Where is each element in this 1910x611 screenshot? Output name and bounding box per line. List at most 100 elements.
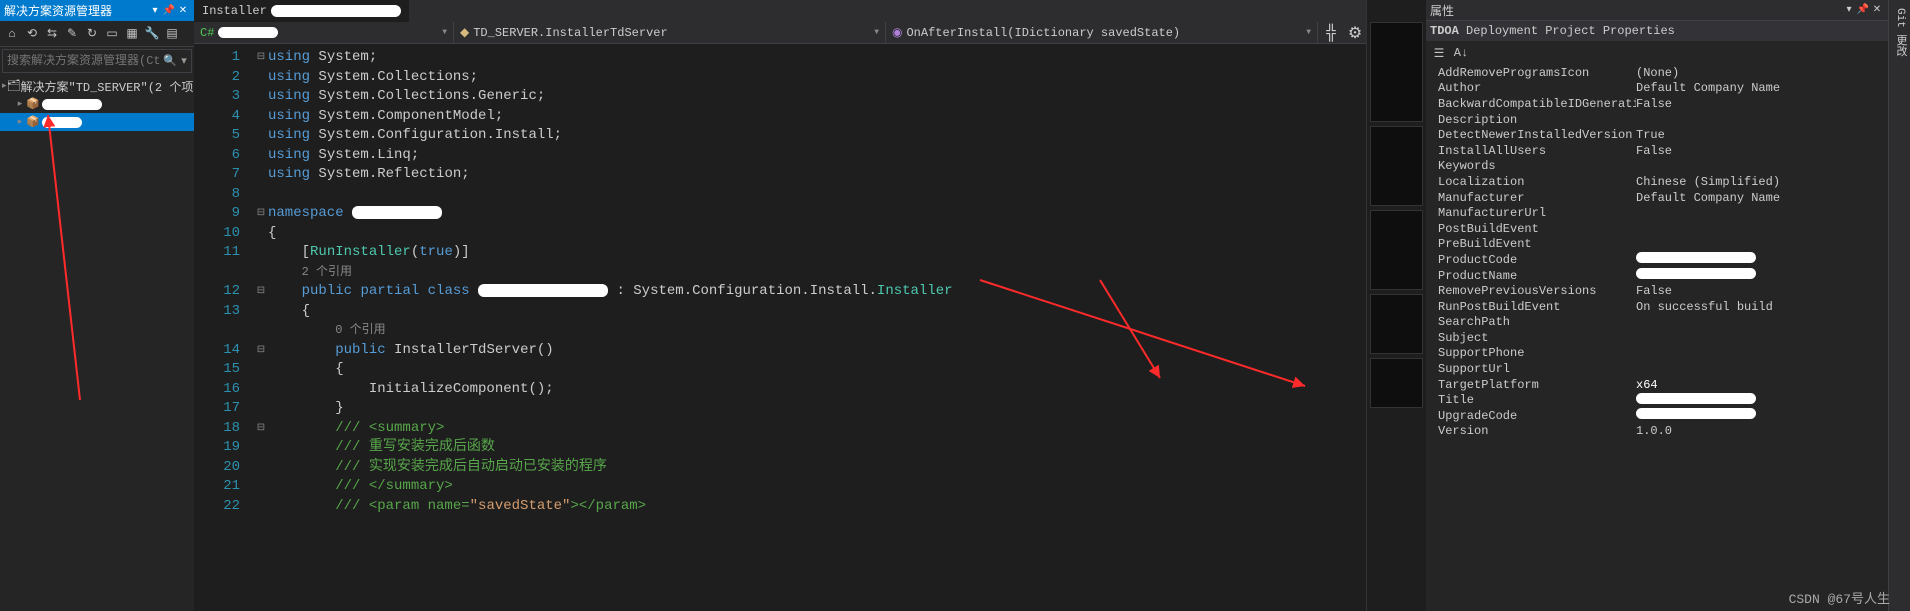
property-row[interactable]: InstallAllUsersFalse [1426, 143, 1888, 159]
project-node-1[interactable]: ▸ 📦 [0, 95, 194, 113]
property-name: Title [1426, 393, 1636, 407]
property-row[interactable]: UpgradeCode [1426, 408, 1888, 424]
minimap-thumb[interactable] [1370, 294, 1423, 354]
expand-icon[interactable]: ▸ [14, 99, 26, 109]
property-value[interactable] [1636, 408, 1888, 423]
properties-panel: 属性 ▾ 📌 ✕ TDOA Deployment Project Propert… [1426, 0, 1888, 611]
redacted-label [42, 117, 82, 128]
code-area[interactable]: using System;using System.Collections;us… [268, 44, 1366, 611]
sync-icon[interactable]: ⇆ [42, 24, 62, 44]
project-node-2[interactable]: ▸ 📦 [0, 113, 194, 131]
property-row[interactable]: Keywords [1426, 159, 1888, 175]
editor-navbar: C# ▼ ◆ TD_SERVER.InstallerTdServer ▼ ◉ O… [194, 22, 1366, 44]
solution-explorer-searchbox[interactable]: 🔍 ▾ [2, 49, 192, 73]
property-value[interactable] [1636, 268, 1888, 283]
property-value[interactable]: False [1636, 144, 1888, 158]
property-row[interactable]: DetectNewerInstalledVersionTrue [1426, 127, 1888, 143]
pin-icon[interactable]: 📌 [1856, 4, 1870, 16]
minimap-column[interactable] [1366, 0, 1426, 611]
pin-icon[interactable]: 📌 [162, 5, 176, 17]
showall-icon[interactable]: ▦ [122, 24, 142, 44]
property-value[interactable]: False [1636, 284, 1888, 298]
property-row[interactable]: Version1.0.0 [1426, 424, 1888, 440]
property-row[interactable]: SearchPath [1426, 315, 1888, 331]
selected-object-type: Deployment Project Properties [1466, 24, 1675, 38]
property-value[interactable] [1636, 393, 1888, 408]
property-name: UpgradeCode [1426, 409, 1636, 423]
preview-icon[interactable]: ▤ [162, 24, 182, 44]
property-row[interactable]: BackwardCompatibleIDGenerationFalse [1426, 96, 1888, 112]
property-row[interactable]: AuthorDefault Company Name [1426, 81, 1888, 97]
refresh-icon[interactable]: ↻ [82, 24, 102, 44]
property-name: RemovePreviousVersions [1426, 284, 1636, 298]
property-row[interactable]: PostBuildEvent [1426, 221, 1888, 237]
property-row[interactable]: ManufacturerUrl [1426, 205, 1888, 221]
git-changes-tab[interactable]: Git 更改 [1889, 0, 1910, 64]
properties-icon[interactable]: 🔧 [142, 24, 162, 44]
nav-scope-class[interactable]: ◆ TD_SERVER.InstallerTdServer ▼ [454, 22, 886, 43]
property-row[interactable]: ManufacturerDefault Company Name [1426, 190, 1888, 206]
property-row[interactable]: Subject [1426, 330, 1888, 346]
solution-explorer-titlebar: 解决方案资源管理器 ▾ 📌 ✕ [0, 0, 194, 21]
property-row[interactable]: SupportUrl [1426, 361, 1888, 377]
solution-explorer-panel: 解决方案资源管理器 ▾ 📌 ✕ ⌂ ⟲ ⇆ ✎ ↻ ▭ ▦ 🔧 ▤ 🔍 ▾ ▸ … [0, 0, 194, 611]
brush-icon[interactable]: ✎ [62, 24, 82, 44]
search-dropdown-icon[interactable]: ▾ [177, 54, 191, 68]
nav-scope-project[interactable]: C# ▼ [194, 22, 454, 43]
redacted-label [42, 99, 102, 110]
property-row[interactable]: ProductCode [1426, 252, 1888, 268]
dropdown-icon[interactable]: ▾ [1842, 4, 1856, 16]
property-value[interactable] [1636, 252, 1888, 267]
minimap-thumb[interactable] [1370, 210, 1423, 290]
selected-object-name: TDOA [1430, 24, 1459, 38]
property-row[interactable]: Description [1426, 112, 1888, 128]
editor-tab[interactable]: Installer [194, 0, 409, 22]
property-value[interactable]: Default Company Name [1636, 81, 1888, 95]
property-row[interactable]: AddRemoveProgramsIcon(None) [1426, 65, 1888, 81]
solution-explorer-title: 解决方案资源管理器 [4, 2, 112, 19]
editor-body[interactable]: 12345678910111213141516171819202122 ⊟⊟⊟⊟… [194, 44, 1366, 611]
property-row[interactable]: RemovePreviousVersionsFalse [1426, 283, 1888, 299]
property-row[interactable]: PreBuildEvent [1426, 237, 1888, 253]
property-value[interactable]: On successful build [1636, 300, 1888, 314]
nav-scope-member[interactable]: ◉ OnAfterInstall(IDictionary savedState)… [886, 22, 1318, 43]
property-name: ProductName [1426, 269, 1636, 283]
dropdown-icon[interactable]: ▾ [148, 5, 162, 17]
method-icon: ◉ [892, 25, 902, 40]
close-icon[interactable]: ✕ [176, 5, 190, 17]
chevron-down-icon: ▼ [442, 28, 447, 37]
properties-object-selector[interactable]: TDOA Deployment Project Properties [1426, 21, 1888, 41]
categorize-icon[interactable]: ☰ [1430, 44, 1448, 62]
property-row[interactable]: ProductName [1426, 268, 1888, 284]
property-row[interactable]: LocalizationChinese (Simplified) [1426, 174, 1888, 190]
collapse-icon[interactable]: ▭ [102, 24, 122, 44]
property-row[interactable]: Title [1426, 392, 1888, 408]
minimap-thumb[interactable] [1370, 126, 1423, 206]
search-icon[interactable]: 🔍 [163, 54, 177, 68]
gear-icon[interactable]: ⚙ [1344, 23, 1366, 43]
split-icon[interactable]: ╬ [1318, 24, 1344, 42]
property-value[interactable]: x64 [1636, 378, 1888, 392]
minimap-thumb[interactable] [1370, 358, 1423, 408]
expand-icon[interactable]: ▸ [14, 117, 26, 127]
minimap-thumb[interactable] [1370, 22, 1423, 122]
property-value[interactable]: False [1636, 97, 1888, 111]
back-icon[interactable]: ⟲ [22, 24, 42, 44]
property-name: Manufacturer [1426, 191, 1636, 205]
search-input[interactable] [3, 54, 163, 68]
property-value[interactable]: True [1636, 128, 1888, 142]
property-value[interactable]: (None) [1636, 66, 1888, 80]
alpha-sort-icon[interactable]: A↓ [1452, 44, 1470, 62]
property-value[interactable]: Chinese (Simplified) [1636, 175, 1888, 189]
solution-node[interactable]: ▸ 🗂 解决方案"TD_SERVER"(2 个项目，共 [0, 77, 194, 95]
property-value[interactable]: Default Company Name [1636, 191, 1888, 205]
property-row[interactable]: TargetPlatformx64 [1426, 377, 1888, 393]
property-value[interactable]: 1.0.0 [1636, 424, 1888, 438]
home-icon[interactable]: ⌂ [2, 24, 22, 44]
solution-tree: ▸ 🗂 解决方案"TD_SERVER"(2 个项目，共 ▸ 📦 ▸ 📦 [0, 75, 194, 611]
property-row[interactable]: SupportPhone [1426, 346, 1888, 362]
property-row[interactable]: RunPostBuildEventOn successful build [1426, 299, 1888, 315]
property-name: Author [1426, 81, 1636, 95]
nav-class-label: TD_SERVER.InstallerTdServer [473, 26, 667, 40]
close-icon[interactable]: ✕ [1870, 4, 1884, 16]
